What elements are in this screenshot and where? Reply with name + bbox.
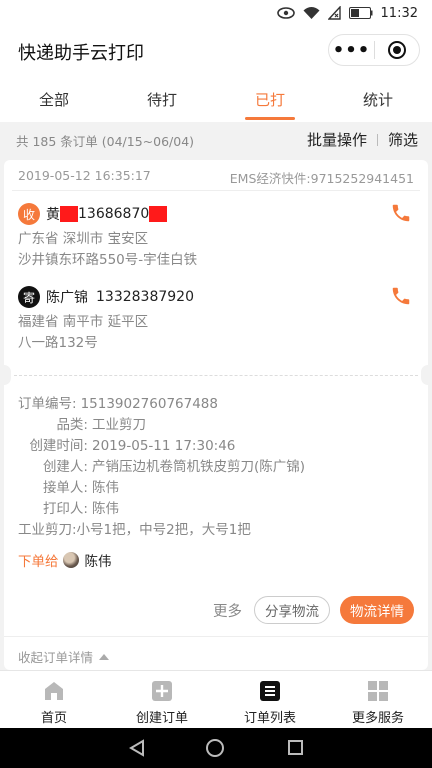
- detail-label: 创建时间:: [29, 438, 88, 454]
- order-status-tabs: 全部 待打 已打 统计: [0, 76, 432, 122]
- tab-pending[interactable]: 待打: [108, 76, 216, 122]
- receiver-region: 广东省 深圳市 宝安区: [18, 231, 149, 247]
- tab-create-order-label: 创建订单: [135, 711, 188, 726]
- receiver-name: 黄: [46, 207, 60, 223]
- tab-printed[interactable]: 已打: [216, 76, 324, 122]
- system-nav-bar: [0, 728, 432, 768]
- sender-badge: 寄: [18, 286, 40, 308]
- tab-all[interactable]: 全部: [0, 76, 108, 122]
- status-time: 11:32: [380, 5, 418, 21]
- back-icon[interactable]: [128, 739, 146, 757]
- sender-street: 八一路132号: [18, 335, 98, 351]
- assign-label: 下单给: [18, 554, 59, 570]
- dashed-divider: [14, 375, 418, 376]
- sender-region: 福建省 南平市 延平区: [18, 314, 149, 330]
- assignee-row: 下单给 陈伟: [18, 550, 112, 570]
- miniprogram-capsule: •••: [328, 34, 420, 66]
- more-button[interactable]: 更多: [213, 600, 242, 621]
- home-icon: [45, 682, 63, 700]
- phone-icon[interactable]: [390, 285, 412, 307]
- battery-icon: [348, 7, 373, 19]
- receiver-phone: 13686870: [78, 206, 150, 222]
- close-miniprogram-button[interactable]: [375, 35, 419, 65]
- sender-name: 陈广锦: [46, 290, 88, 306]
- detail-label: 品类:: [56, 417, 88, 433]
- ticket-notch-left: [4, 365, 11, 385]
- receiver-street: 沙井镇东环路550号-宇佳白铁: [18, 252, 198, 268]
- created-time-value: 2019-05-11 17:30:46: [92, 438, 236, 454]
- tab-create-order[interactable]: 创建订单: [108, 671, 216, 728]
- tab-order-list-label: 订单列表: [243, 711, 296, 726]
- detail-label: 接单人:: [42, 480, 88, 496]
- sim-x-icon: [327, 6, 341, 20]
- order-summary-bar: 共 185 条订单 (04/15~06/04) 批量操作 筛选: [0, 122, 432, 156]
- grid-icon: [368, 681, 388, 701]
- assignee-name: 陈伟: [84, 554, 112, 570]
- order-count: 共 185 条订单 (04/15~06/04): [16, 134, 195, 149]
- order-actions: 更多 分享物流 物流详情: [213, 596, 414, 624]
- wifi-icon: [303, 6, 320, 19]
- caret-up-icon: [99, 653, 110, 660]
- status-bar: 11:32: [0, 0, 432, 26]
- order-details: 订单编号: 1513902760767488 品类: 工业剪刀 创建时间: 2019-…: [18, 394, 305, 541]
- tab-more-services-label: 更多服务: [351, 711, 404, 726]
- receiver-badge: 收: [18, 203, 40, 225]
- printer-value: 陈伟: [92, 501, 119, 517]
- more-menu-button[interactable]: •••: [329, 35, 374, 65]
- tab-home[interactable]: 首页: [0, 671, 108, 728]
- logistics-detail-button[interactable]: 物流详情: [340, 596, 414, 624]
- creator-value: 产销压边机卷筒机铁皮剪刀(陈广锦): [92, 459, 306, 475]
- order-card: 2019-05-12 16:35:17 EMS经济快件:971525294145…: [4, 160, 428, 670]
- avatar: [62, 552, 79, 568]
- home-nav-icon[interactable]: [206, 739, 224, 757]
- share-logistics-button[interactable]: 分享物流: [254, 596, 330, 624]
- order-note: 工业剪刀:小号1把，中号2把，大号1把: [18, 522, 251, 538]
- tab-order-list[interactable]: 订单列表: [216, 671, 324, 728]
- action-divider: [376, 133, 378, 146]
- bottom-tab-bar: 首页 创建订单 订单列表 更多服务: [0, 670, 432, 728]
- order-card-header: 2019-05-12 16:35:17 EMS经济快件:971525294145…: [18, 168, 414, 187]
- ticket-notch-right: [421, 365, 428, 385]
- sender-phone: 13328387920: [96, 289, 194, 305]
- collapse-details-label: 收起订单详情: [18, 650, 94, 665]
- redaction-mark: [149, 206, 168, 222]
- order-datetime: 2019-05-12 16:35:17: [18, 168, 151, 183]
- detail-label: 创建人:: [42, 459, 88, 475]
- header-divider: [12, 190, 420, 191]
- list-icon: [260, 681, 280, 701]
- phone-icon[interactable]: [390, 202, 412, 224]
- taker-value: 陈伟: [92, 480, 119, 496]
- tab-more-services[interactable]: 更多服务: [324, 671, 432, 728]
- filter-button[interactable]: 筛选: [388, 129, 418, 150]
- detail-label: 订单编号:: [18, 396, 77, 412]
- redaction-mark: [60, 206, 78, 222]
- detail-label: 打印人:: [42, 501, 88, 517]
- plus-square-icon: [152, 681, 172, 701]
- order-number: 1513902760767488: [80, 396, 218, 412]
- target-icon: [387, 41, 406, 59]
- eye-icon: [276, 7, 295, 19]
- recent-apps-icon[interactable]: [288, 740, 303, 755]
- tab-home-label: 首页: [40, 711, 67, 726]
- batch-operation-button[interactable]: 批量操作: [307, 129, 367, 150]
- tab-statistics[interactable]: 统计: [324, 76, 432, 122]
- page-title: 快递助手云打印: [18, 43, 144, 64]
- carrier-tracking: EMS经济快件:9715252941451: [229, 171, 414, 186]
- receiver-info: 收 黄 13686870 广东省 深圳市 宝安区 沙井镇东环路550号-宇佳白铁: [18, 202, 414, 271]
- collapse-details-row[interactable]: 收起订单详情: [4, 636, 428, 670]
- sender-info: 寄 陈广锦 13328387920 福建省 南平市 延平区 八一路132号: [18, 285, 414, 354]
- app-header: 快递助手云打印 •••: [0, 26, 432, 76]
- category-value: 工业剪刀: [92, 417, 146, 433]
